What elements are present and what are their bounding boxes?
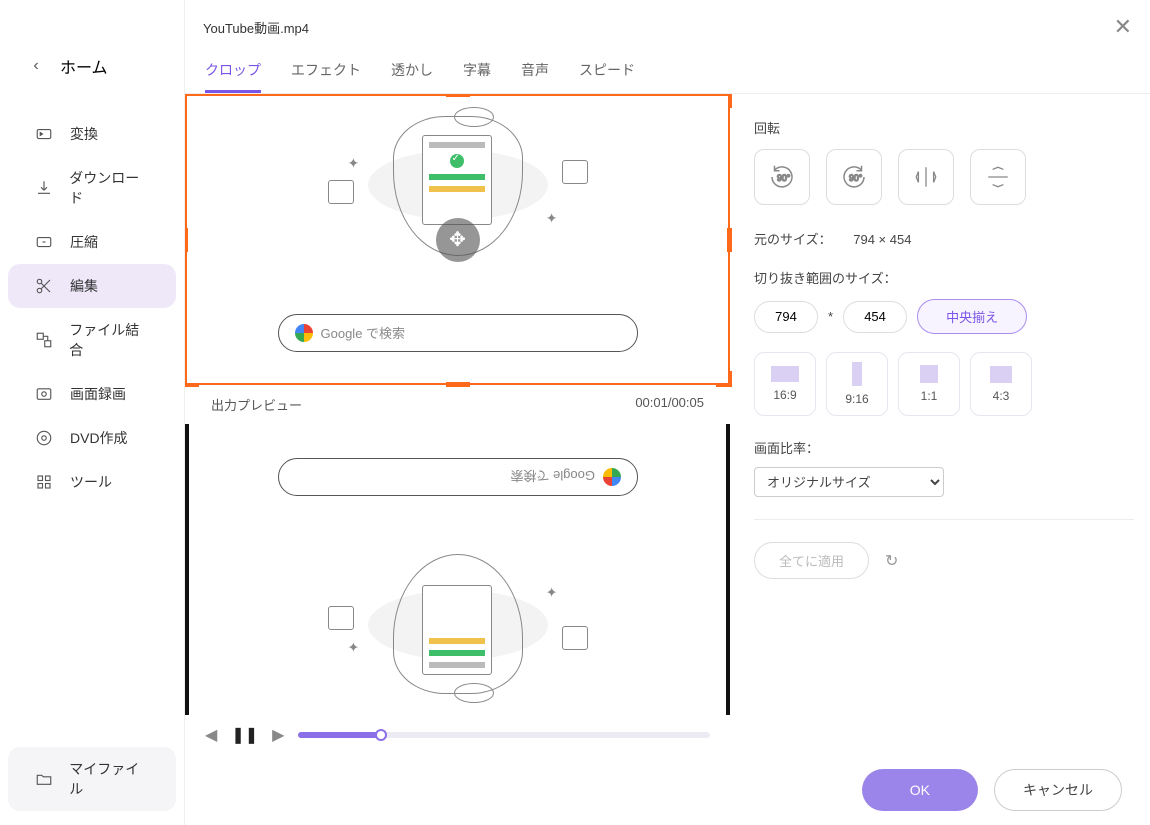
cancel-button[interactable]: キャンセル [994,769,1122,811]
playback-controls: ◀ ❚❚ ▶ [185,715,730,755]
orig-label: 元のサイズ： [754,232,832,247]
label: ツール [70,472,112,492]
tab-effect[interactable]: エフェクト [291,60,361,93]
ratio-4-3[interactable]: 4:3 [970,352,1032,416]
sidebar-item-convert[interactable]: 変換 [8,112,176,156]
flip-horizontal-button[interactable] [898,149,954,205]
preview-time: 00:01/00:05 [635,395,704,414]
search-text: Google で検索 [321,323,406,342]
main: YouTube動画.mp4 ✕ クロップ エフェクト 透かし 字幕 音声 スピー… [185,0,1150,825]
move-handle-icon[interactable]: ✥ [436,218,480,262]
refresh-icon[interactable]: ↻ [885,551,898,571]
home-label: ホーム [60,54,108,78]
label: ダウンロード [69,168,150,208]
chevron-left-icon: ‹ [26,56,46,76]
next-frame-button[interactable]: ▶ [272,725,284,745]
aspect-label: 画面比率： [754,438,1134,457]
sidebar: ‹ ホーム 変換 ダウンロード 圧縮 編集 ファイル結合 画面録画 DVD作成 … [0,0,185,825]
google-logo-icon [295,324,313,342]
center-align-button[interactable]: 中央揃え [917,299,1027,334]
tabs: クロップ エフェクト 透かし 字幕 音声 スピード [185,40,1150,94]
tab-watermark[interactable]: 透かし [391,60,433,93]
output-preview: ✦ ✦ Google で検索 [185,424,730,715]
divider [754,519,1134,520]
label: DVD作成 [70,428,128,448]
crop-preview[interactable]: ✦ ✦ Google で検索 ✥ [185,94,730,385]
label: ファイル結合 [69,320,150,360]
crop-width-input[interactable] [754,301,818,333]
prev-frame-button[interactable]: ◀ [205,725,217,745]
original-size-row: 元のサイズ： 794 × 454 [754,229,1134,248]
convert-icon [34,124,54,144]
orig-value: 794 × 454 [853,232,911,247]
compress-icon [34,232,54,252]
label: マイファイル [69,759,150,799]
rotate-cw-button[interactable]: 90° [754,149,810,205]
label: 画面録画 [70,384,126,404]
grid-icon [34,472,54,492]
aspect-select[interactable]: オリジナルサイズ [754,467,944,497]
preview-column: ✦ ✦ Google で検索 ✥ 出力プレビュー 00:01/00:05 [185,94,730,755]
rotation-label: 回転 [754,118,1134,137]
ratio-9-16[interactable]: 9:16 [826,352,888,416]
header: YouTube動画.mp4 ✕ [185,0,1150,40]
record-icon [34,384,54,404]
rotate-ccw-button[interactable]: 90° [826,149,882,205]
preview-info: 出力プレビュー 00:01/00:05 [185,385,730,424]
illus-searchbar: Google で検索 [278,314,638,352]
ratio-1-1[interactable]: 1:1 [898,352,960,416]
preview-label: 出力プレビュー [211,395,302,414]
settings-column: 回転 90° 90° 元のサイズ： 794 × 454 切り抜き範囲のサイズ： … [730,94,1150,755]
page-title: YouTube動画.mp4 [203,18,309,37]
sidebar-item-download[interactable]: ダウンロード [8,156,176,220]
svg-text:90°: 90° [849,173,862,183]
sidebar-item-tools[interactable]: ツール [8,460,176,504]
progress-bar[interactable] [298,732,710,738]
sidebar-item-merge[interactable]: ファイル結合 [8,308,176,372]
video-frame-illustration-flipped: ✦ ✦ Google で検索 [248,440,668,700]
footer: OK キャンセル [185,755,1150,825]
tab-crop[interactable]: クロップ [205,60,261,93]
merge-icon [34,330,53,350]
sidebar-item-myfile[interactable]: マイファイル [8,747,176,811]
sidebar-home[interactable]: ‹ ホーム [0,40,184,92]
tab-subtitle[interactable]: 字幕 [463,60,491,93]
tab-audio[interactable]: 音声 [521,60,549,93]
disc-icon [34,428,54,448]
crop-height-input[interactable] [843,301,907,333]
crop-size-label: 切り抜き範囲のサイズ： [754,268,1134,287]
close-button[interactable]: ✕ [1114,14,1132,40]
svg-text:90°: 90° [777,173,790,183]
ratio-16-9[interactable]: 16:9 [754,352,816,416]
download-icon [34,178,53,198]
label: 変換 [70,124,98,144]
sidebar-item-dvd[interactable]: DVD作成 [8,416,176,460]
pause-button[interactable]: ❚❚ [231,725,258,745]
scissors-icon [34,276,54,296]
folder-icon [34,769,53,789]
tab-speed[interactable]: スピード [579,60,635,93]
label: 圧縮 [70,232,98,252]
label: 編集 [70,276,98,296]
ok-button[interactable]: OK [862,769,978,811]
sidebar-item-record[interactable]: 画面録画 [8,372,176,416]
apply-all-button[interactable]: 全てに適用 [754,542,869,579]
flip-vertical-button[interactable] [970,149,1026,205]
sidebar-item-edit[interactable]: 編集 [8,264,176,308]
progress-thumb[interactable] [375,729,387,741]
multiply-sign: * [828,309,833,324]
sidebar-item-compress[interactable]: 圧縮 [8,220,176,264]
